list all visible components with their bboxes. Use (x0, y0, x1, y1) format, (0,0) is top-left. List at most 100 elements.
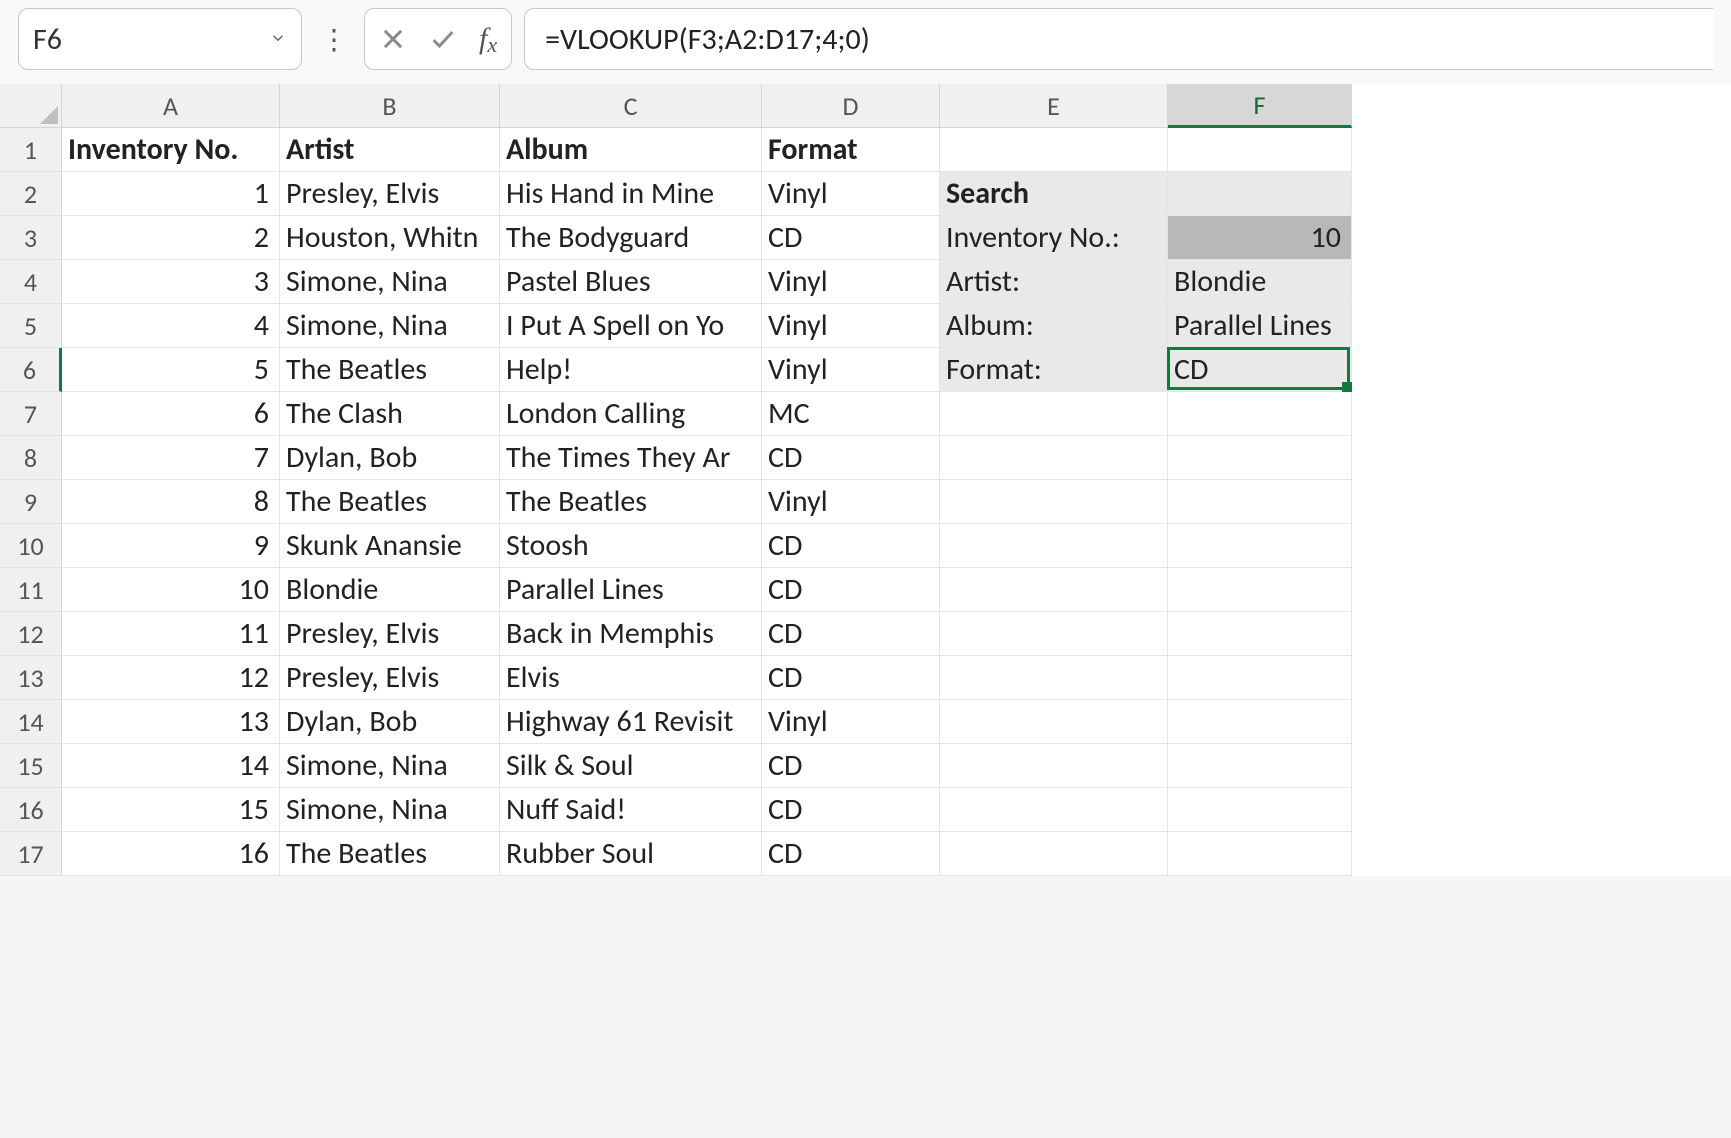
cell-D17[interactable]: CD (762, 832, 940, 876)
cell-F6[interactable]: CD (1168, 348, 1352, 392)
row-header-7[interactable]: 7 (0, 392, 62, 436)
cell-B5[interactable]: Simone, Nina (280, 304, 500, 348)
cell-F11[interactable] (1168, 568, 1352, 612)
cell-E1[interactable] (940, 128, 1168, 172)
cell-D11[interactable]: CD (762, 568, 940, 612)
cell-B8[interactable]: Dylan, Bob (280, 436, 500, 480)
header-album[interactable]: Album (500, 128, 762, 172)
formula-input[interactable]: =VLOOKUP(F3;A2:D17;4;0) (524, 8, 1713, 70)
cell-F3[interactable]: 10 (1168, 216, 1352, 260)
cell-F10[interactable] (1168, 524, 1352, 568)
column-header-D[interactable]: D (762, 84, 940, 128)
cell-A8[interactable]: 7 (62, 436, 280, 480)
cell-C15[interactable]: Silk & Soul (500, 744, 762, 788)
cell-C14[interactable]: Highway 61 Revisit (500, 700, 762, 744)
row-header-15[interactable]: 15 (0, 744, 62, 788)
cell-C9[interactable]: The Beatles (500, 480, 762, 524)
cell-D2[interactable]: Vinyl (762, 172, 940, 216)
cell-B3[interactable]: Houston, Whitn (280, 216, 500, 260)
cell-D8[interactable]: CD (762, 436, 940, 480)
row-header-1[interactable]: 1 (0, 128, 62, 172)
cell-E10[interactable] (940, 524, 1168, 568)
cell-C17[interactable]: Rubber Soul (500, 832, 762, 876)
cell-E2[interactable]: Search (940, 172, 1168, 216)
cell-B11[interactable]: Blondie (280, 568, 500, 612)
cell-B9[interactable]: The Beatles (280, 480, 500, 524)
cell-A5[interactable]: 4 (62, 304, 280, 348)
cell-D6[interactable]: Vinyl (762, 348, 940, 392)
row-header-14[interactable]: 14 (0, 700, 62, 744)
row-header-9[interactable]: 9 (0, 480, 62, 524)
cell-D5[interactable]: Vinyl (762, 304, 940, 348)
cell-A11[interactable]: 10 (62, 568, 280, 612)
cell-F17[interactable] (1168, 832, 1352, 876)
cell-B12[interactable]: Presley, Elvis (280, 612, 500, 656)
row-header-3[interactable]: 3 (0, 216, 62, 260)
cell-A2[interactable]: 1 (62, 172, 280, 216)
cell-B6[interactable]: The Beatles (280, 348, 500, 392)
column-header-C[interactable]: C (500, 84, 762, 128)
cell-F8[interactable] (1168, 436, 1352, 480)
cell-B16[interactable]: Simone, Nina (280, 788, 500, 832)
cell-E15[interactable] (940, 744, 1168, 788)
header-format[interactable]: Format (762, 128, 940, 172)
cell-E7[interactable] (940, 392, 1168, 436)
cell-C5[interactable]: I Put A Spell on Yo (500, 304, 762, 348)
cell-C13[interactable]: Elvis (500, 656, 762, 700)
row-header-16[interactable]: 16 (0, 788, 62, 832)
column-header-B[interactable]: B (280, 84, 500, 128)
cell-B17[interactable]: The Beatles (280, 832, 500, 876)
cell-D3[interactable]: CD (762, 216, 940, 260)
chevron-down-icon[interactable] (269, 26, 291, 53)
cell-A12[interactable]: 11 (62, 612, 280, 656)
row-header-2[interactable]: 2 (0, 172, 62, 216)
cell-E4[interactable]: Artist: (940, 260, 1168, 304)
row-header-10[interactable]: 10 (0, 524, 62, 568)
cell-A7[interactable]: 6 (62, 392, 280, 436)
cell-D9[interactable]: Vinyl (762, 480, 940, 524)
cell-E16[interactable] (940, 788, 1168, 832)
cell-E3[interactable]: Inventory No.: (940, 216, 1168, 260)
cell-D13[interactable]: CD (762, 656, 940, 700)
cell-D7[interactable]: MC (762, 392, 940, 436)
cell-F5[interactable]: Parallel Lines (1168, 304, 1352, 348)
cell-B13[interactable]: Presley, Elvis (280, 656, 500, 700)
row-header-6[interactable]: 6 (0, 348, 62, 392)
row-header-17[interactable]: 17 (0, 832, 62, 876)
cell-C8[interactable]: The Times They Ar (500, 436, 762, 480)
cell-D15[interactable]: CD (762, 744, 940, 788)
cell-F2[interactable] (1168, 172, 1352, 216)
cell-C3[interactable]: The Bodyguard (500, 216, 762, 260)
cell-F4[interactable]: Blondie (1168, 260, 1352, 304)
cell-C12[interactable]: Back in Memphis (500, 612, 762, 656)
cell-C6[interactable]: Help! (500, 348, 762, 392)
row-header-8[interactable]: 8 (0, 436, 62, 480)
cell-A9[interactable]: 8 (62, 480, 280, 524)
cell-C2[interactable]: His Hand in Mine (500, 172, 762, 216)
cell-B10[interactable]: Skunk Anansie (280, 524, 500, 568)
select-all-corner[interactable] (0, 84, 62, 128)
name-box[interactable]: F6 (18, 8, 302, 70)
cell-E8[interactable] (940, 436, 1168, 480)
cell-A13[interactable]: 12 (62, 656, 280, 700)
cell-C10[interactable]: Stoosh (500, 524, 762, 568)
cell-E12[interactable] (940, 612, 1168, 656)
cell-D4[interactable]: Vinyl (762, 260, 940, 304)
cell-C11[interactable]: Parallel Lines (500, 568, 762, 612)
cell-F15[interactable] (1168, 744, 1352, 788)
cell-D16[interactable]: CD (762, 788, 940, 832)
cell-C7[interactable]: London Calling (500, 392, 762, 436)
cell-F9[interactable] (1168, 480, 1352, 524)
cell-A4[interactable]: 3 (62, 260, 280, 304)
cell-F16[interactable] (1168, 788, 1352, 832)
header-artist[interactable]: Artist (280, 128, 500, 172)
column-header-F[interactable]: F (1168, 84, 1352, 128)
row-header-4[interactable]: 4 (0, 260, 62, 304)
cell-F13[interactable] (1168, 656, 1352, 700)
cell-E17[interactable] (940, 832, 1168, 876)
header-inventory[interactable]: Inventory No. (62, 128, 280, 172)
column-header-E[interactable]: E (940, 84, 1168, 128)
cancel-icon[interactable] (379, 25, 407, 53)
cell-A6[interactable]: 5 (62, 348, 280, 392)
cell-F14[interactable] (1168, 700, 1352, 744)
